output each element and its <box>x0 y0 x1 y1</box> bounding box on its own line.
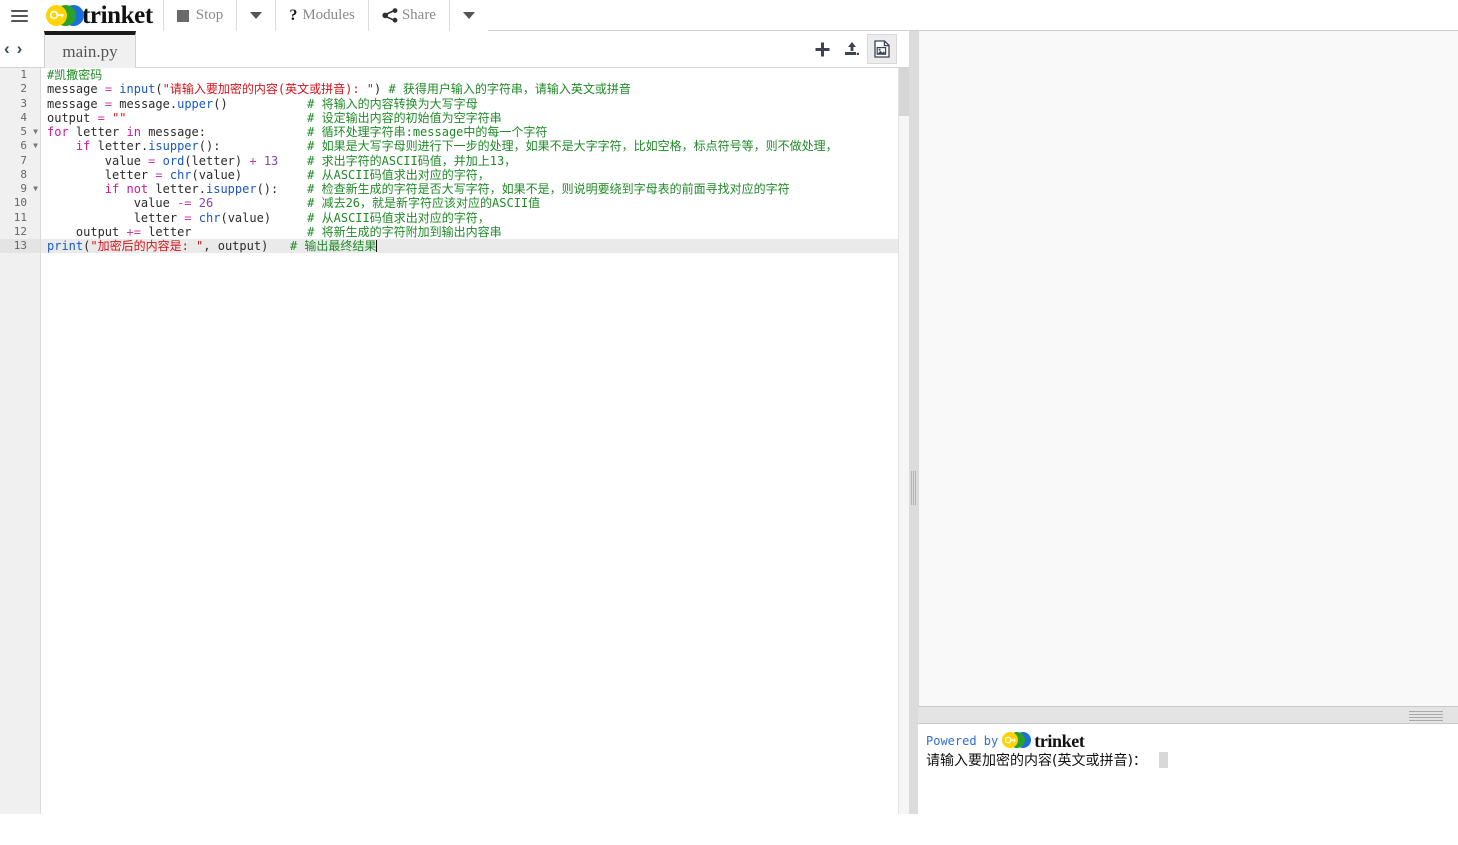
tab-label: main.py <box>62 41 118 61</box>
line-number: 11 <box>13 210 27 224</box>
code-line[interactable]: print("加密后的内容是: ", output) # 输出最终结果 <box>41 239 909 254</box>
pane-horizontal-splitter[interactable] <box>918 706 1458 724</box>
powered-by-trinket: Powered by trinket <box>926 730 1458 751</box>
chevron-down-icon <box>462 12 475 19</box>
code-line[interactable]: #凯撒密码 <box>41 68 909 82</box>
top-toolbar: trinket Stop ? Modules Share <box>0 0 1458 31</box>
code-line[interactable]: letter = chr(value) # 从ASCII码值求出对应的字符， <box>41 211 909 225</box>
line-number: 9 ▼ <box>20 182 38 196</box>
nav-back-icon[interactable]: ‹ <box>2 39 12 59</box>
code-line[interactable]: value -= 26 # 减去26，就是新字符应该对应的ASCII值 <box>41 196 909 210</box>
output-pane: Powered by trinket 请输入要加密的内容(英文或拼音)： <box>918 31 1458 845</box>
trinket-logo-icon <box>1002 732 1032 749</box>
code-line[interactable]: message = input("请输入要加密的内容(英文或拼音): ") # … <box>41 82 909 96</box>
pane-vertical-splitter[interactable] <box>909 31 918 814</box>
chevron-down-icon <box>250 12 263 19</box>
trinket-wordmark: trinket <box>82 2 153 29</box>
editor-pane: ‹ › main.py 1 2 3 4 5 ▼ 6 ▼ 7 8 9 ▼ 10 1… <box>0 31 909 814</box>
console-prompt-line[interactable]: 请输入要加密的内容(英文或拼音)： <box>926 750 1458 770</box>
key-icon <box>50 10 64 20</box>
line-number: 4 <box>20 110 27 124</box>
code-line[interactable]: output = "" # 设定输出内容的初始值为空字符串 <box>41 111 909 125</box>
console-input-cursor[interactable] <box>1158 752 1168 768</box>
upload-file-button[interactable] <box>837 34 867 64</box>
splitter-grip-icon <box>911 471 916 505</box>
line-number: 8 <box>20 167 27 181</box>
file-nav-arrows[interactable]: ‹ › <box>2 39 24 59</box>
line-number-gutter: 1 2 3 4 5 ▼ 6 ▼ 7 8 9 ▼ 10 11 12 13 <box>0 68 41 814</box>
editor-vertical-scrollbar[interactable] <box>898 68 909 814</box>
code-line[interactable]: if not letter.isupper(): # 检查新生成的字符是否大写字… <box>41 182 909 196</box>
tab-main-py[interactable]: main.py <box>44 31 136 68</box>
share-options-dropdown[interactable] <box>449 0 488 31</box>
code-editor[interactable]: 1 2 3 4 5 ▼ 6 ▼ 7 8 9 ▼ 10 11 12 13 #凯撒密码 message = inpu… <box>0 68 909 814</box>
editor-tabbar: ‹ › main.py <box>0 31 909 68</box>
code-line[interactable]: message = message.upper() # 将输入的内容转换为大写字… <box>41 97 909 111</box>
line-number: 3 <box>20 96 27 110</box>
fold-toggle-icon[interactable]: ▼ <box>33 182 38 196</box>
line-number: 1 <box>20 68 27 81</box>
hamburger-icon <box>10 7 28 25</box>
code-line[interactable]: if letter.isupper(): # 如果是大写字母则进行下一步的处理，… <box>41 139 909 153</box>
code-lines[interactable]: #凯撒密码 message = input("请输入要加密的内容(英文或拼音): … <box>41 68 909 814</box>
line-number: 12 <box>13 224 27 238</box>
image-file-button[interactable] <box>867 34 897 64</box>
plus-icon <box>815 42 829 56</box>
code-line[interactable]: letter = chr(value) # 从ASCII码值求出对应的字符， <box>41 168 909 182</box>
share-button[interactable]: Share <box>368 0 450 31</box>
upload-file-icon <box>845 42 859 55</box>
stop-label: Stop <box>195 7 224 23</box>
key-icon <box>1005 736 1016 744</box>
tab-actions <box>807 34 897 64</box>
code-line[interactable]: output += letter # 将新生成的字符附加到输出内容串 <box>41 225 909 239</box>
trinket-logo[interactable]: trinket <box>38 0 164 31</box>
modules-button[interactable]: ? Modules <box>276 0 369 31</box>
line-number: 13 <box>0 239 40 254</box>
trinket-logo-icon <box>46 4 84 27</box>
stop-square-icon <box>176 9 189 22</box>
powered-by-label: Powered by <box>926 733 999 748</box>
run-options-dropdown[interactable] <box>237 0 277 31</box>
line-number: 5 ▼ <box>20 125 38 139</box>
fold-toggle-icon[interactable]: ▼ <box>33 125 38 139</box>
hamburger-menu-button[interactable] <box>0 0 38 31</box>
preview-area <box>918 31 1458 706</box>
text-cursor <box>376 240 378 252</box>
modules-label: Modules <box>302 7 355 23</box>
fold-toggle-icon[interactable]: ▼ <box>33 139 38 153</box>
nav-forward-icon[interactable]: › <box>15 39 25 59</box>
share-label: Share <box>401 7 436 23</box>
add-file-button[interactable] <box>807 34 837 64</box>
trinket-wordmark: trinket <box>1034 730 1085 751</box>
question-mark-icon: ? <box>289 6 298 24</box>
line-number: 6 ▼ <box>20 139 38 153</box>
stop-button[interactable]: Stop <box>163 0 238 31</box>
editor-scroll-thumb[interactable] <box>899 68 909 116</box>
share-nodes-icon <box>382 8 399 23</box>
console-prompt-text: 请输入要加密的内容(英文或拼音)： <box>926 753 1147 769</box>
code-line[interactable]: for letter in message: # 循环处理字符串:message… <box>41 125 909 139</box>
line-number: 2 <box>20 82 27 96</box>
image-file-icon <box>874 40 890 58</box>
line-number: 10 <box>13 196 27 210</box>
console-output[interactable]: Powered by trinket 请输入要加密的内容(英文或拼音)： <box>918 724 1458 845</box>
line-number: 7 <box>20 153 27 167</box>
code-line[interactable]: value = ord(letter) + 13 # 求出字符的ASCII码值，… <box>41 154 909 168</box>
splitter-grip-icon <box>1409 711 1443 721</box>
